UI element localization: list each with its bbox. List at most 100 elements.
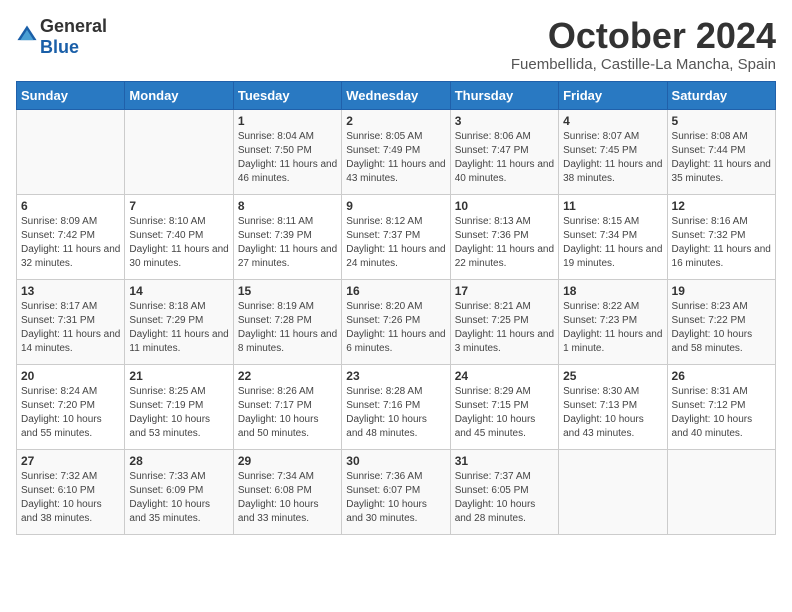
- calendar-cell: 18 Sunrise: 8:22 AMSunset: 7:23 PMDayligh…: [559, 279, 667, 364]
- week-row-2: 6 Sunrise: 8:09 AMSunset: 7:42 PMDaylight…: [17, 194, 776, 279]
- calendar-cell: 17Sunrise: 8:21 AMSunset: 7:25 PMDayligh…: [450, 279, 558, 364]
- calendar-header-row: SundayMondayTuesdayWednesdayThursdayFrid…: [17, 81, 776, 109]
- calendar-cell: 14Sunrise: 8:18 AMSunset: 7:29 PMDayligh…: [125, 279, 233, 364]
- calendar-cell: [667, 449, 775, 534]
- day-info: Sunrise: 8:20 AMSunset: 7:26 PMDaylight:…: [346, 301, 445, 354]
- logo-blue-text: Blue: [40, 37, 79, 57]
- day-info: Sunrise: 8:21 AMSunset: 7:25 PMDaylight:…: [455, 301, 554, 354]
- day-number: 27: [21, 454, 120, 468]
- day-number: 11: [563, 199, 662, 213]
- column-header-tuesday: Tuesday: [233, 81, 341, 109]
- week-row-4: 20Sunrise: 8:24 AMSunset: 7:20 PMDayligh…: [17, 364, 776, 449]
- day-info: Sunrise: 8:04 AMSunset: 7:50 PMDaylight:…: [238, 131, 337, 184]
- day-info: Sunrise: 7:36 AMSunset: 6:07 PMDaylight:…: [346, 471, 427, 524]
- page-header: General Blue October 2024 Fuembellida, C…: [16, 16, 776, 73]
- calendar-cell: 6 Sunrise: 8:09 AMSunset: 7:42 PMDaylight…: [17, 194, 125, 279]
- calendar-cell: 4 Sunrise: 8:07 AMSunset: 7:45 PMDaylight…: [559, 109, 667, 194]
- day-info: Sunrise: 8:10 AMSunset: 7:40 PMDaylight:…: [129, 216, 228, 269]
- day-number: 1: [238, 114, 337, 128]
- day-info: Sunrise: 8:22 AMSunset: 7:23 PMDaylight:…: [563, 301, 662, 354]
- day-number: 9: [346, 199, 445, 213]
- day-info: Sunrise: 7:34 AMSunset: 6:08 PMDaylight:…: [238, 471, 319, 524]
- day-number: 25: [563, 369, 662, 383]
- day-number: 7: [129, 199, 228, 213]
- calendar-cell: 16Sunrise: 8:20 AMSunset: 7:26 PMDayligh…: [342, 279, 450, 364]
- calendar-cell: 21 Sunrise: 8:25 AMSunset: 7:19 PMDayligh…: [125, 364, 233, 449]
- calendar-cell: 31 Sunrise: 7:37 AMSunset: 6:05 PMDayligh…: [450, 449, 558, 534]
- day-info: Sunrise: 8:06 AMSunset: 7:47 PMDaylight:…: [455, 131, 554, 184]
- day-number: 18: [563, 284, 662, 298]
- column-header-saturday: Saturday: [667, 81, 775, 109]
- calendar-cell: 1 Sunrise: 8:04 AMSunset: 7:50 PMDaylight…: [233, 109, 341, 194]
- day-number: 24: [455, 369, 554, 383]
- calendar-cell: 11 Sunrise: 8:15 AMSunset: 7:34 PMDayligh…: [559, 194, 667, 279]
- day-number: 14: [129, 284, 228, 298]
- day-info: Sunrise: 8:15 AMSunset: 7:34 PMDaylight:…: [563, 216, 662, 269]
- day-number: 4: [563, 114, 662, 128]
- logo-general-text: General: [40, 16, 107, 36]
- calendar-cell: 10Sunrise: 8:13 AMSunset: 7:36 PMDayligh…: [450, 194, 558, 279]
- day-number: 23: [346, 369, 445, 383]
- day-info: Sunrise: 8:09 AMSunset: 7:42 PMDaylight:…: [21, 216, 120, 269]
- day-number: 2: [346, 114, 445, 128]
- calendar-cell: 3 Sunrise: 8:06 AMSunset: 7:47 PMDaylight…: [450, 109, 558, 194]
- day-info: Sunrise: 7:33 AMSunset: 6:09 PMDaylight:…: [129, 471, 210, 524]
- calendar-cell: 28 Sunrise: 7:33 AMSunset: 6:09 PMDayligh…: [125, 449, 233, 534]
- day-number: 30: [346, 454, 445, 468]
- column-header-thursday: Thursday: [450, 81, 558, 109]
- day-number: 19: [672, 284, 771, 298]
- day-number: 3: [455, 114, 554, 128]
- calendar-cell: 30 Sunrise: 7:36 AMSunset: 6:07 PMDayligh…: [342, 449, 450, 534]
- calendar-cell: 2 Sunrise: 8:05 AMSunset: 7:49 PMDaylight…: [342, 109, 450, 194]
- location-title: Fuembellida, Castille-La Mancha, Spain: [511, 56, 776, 73]
- day-number: 15: [238, 284, 337, 298]
- day-number: 28: [129, 454, 228, 468]
- day-info: Sunrise: 8:30 AMSunset: 7:13 PMDaylight:…: [563, 386, 644, 439]
- day-info: Sunrise: 8:12 AMSunset: 7:37 PMDaylight:…: [346, 216, 445, 269]
- week-row-5: 27 Sunrise: 7:32 AMSunset: 6:10 PMDayligh…: [17, 449, 776, 534]
- calendar-cell: 8 Sunrise: 8:11 AMSunset: 7:39 PMDaylight…: [233, 194, 341, 279]
- day-info: Sunrise: 8:23 AMSunset: 7:22 PMDaylight:…: [672, 301, 753, 354]
- day-number: 26: [672, 369, 771, 383]
- calendar-cell: [559, 449, 667, 534]
- calendar-cell: 27 Sunrise: 7:32 AMSunset: 6:10 PMDayligh…: [17, 449, 125, 534]
- calendar-cell: 13Sunrise: 8:17 AMSunset: 7:31 PMDayligh…: [17, 279, 125, 364]
- calendar-cell: 22Sunrise: 8:26 AMSunset: 7:17 PMDayligh…: [233, 364, 341, 449]
- calendar-cell: 29Sunrise: 7:34 AMSunset: 6:08 PMDayligh…: [233, 449, 341, 534]
- day-number: 8: [238, 199, 337, 213]
- day-number: 21: [129, 369, 228, 383]
- day-info: Sunrise: 8:25 AMSunset: 7:19 PMDaylight:…: [129, 386, 210, 439]
- day-info: Sunrise: 8:29 AMSunset: 7:15 PMDaylight:…: [455, 386, 536, 439]
- calendar-cell: [125, 109, 233, 194]
- day-info: Sunrise: 8:07 AMSunset: 7:45 PMDaylight:…: [563, 131, 662, 184]
- calendar-cell: 23 Sunrise: 8:28 AMSunset: 7:16 PMDayligh…: [342, 364, 450, 449]
- day-info: Sunrise: 8:19 AMSunset: 7:28 PMDaylight:…: [238, 301, 337, 354]
- calendar-cell: 7 Sunrise: 8:10 AMSunset: 7:40 PMDaylight…: [125, 194, 233, 279]
- calendar-cell: 19 Sunrise: 8:23 AMSunset: 7:22 PMDayligh…: [667, 279, 775, 364]
- calendar-cell: 25 Sunrise: 8:30 AMSunset: 7:13 PMDayligh…: [559, 364, 667, 449]
- calendar-table: SundayMondayTuesdayWednesdayThursdayFrid…: [16, 81, 776, 535]
- calendar-cell: [17, 109, 125, 194]
- calendar-cell: 26 Sunrise: 8:31 AMSunset: 7:12 PMDayligh…: [667, 364, 775, 449]
- calendar-cell: 15 Sunrise: 8:19 AMSunset: 7:28 PMDayligh…: [233, 279, 341, 364]
- day-number: 6: [21, 199, 120, 213]
- day-info: Sunrise: 7:32 AMSunset: 6:10 PMDaylight:…: [21, 471, 102, 524]
- day-info: Sunrise: 8:16 AMSunset: 7:32 PMDaylight:…: [672, 216, 771, 269]
- day-number: 31: [455, 454, 554, 468]
- column-header-monday: Monday: [125, 81, 233, 109]
- day-number: 10: [455, 199, 554, 213]
- logo-icon: [16, 24, 38, 46]
- day-info: Sunrise: 8:31 AMSunset: 7:12 PMDaylight:…: [672, 386, 753, 439]
- day-number: 5: [672, 114, 771, 128]
- column-header-friday: Friday: [559, 81, 667, 109]
- calendar-cell: 24 Sunrise: 8:29 AMSunset: 7:15 PMDayligh…: [450, 364, 558, 449]
- title-section: October 2024 Fuembellida, Castille-La Ma…: [511, 16, 776, 73]
- day-info: Sunrise: 7:37 AMSunset: 6:05 PMDaylight:…: [455, 471, 536, 524]
- week-row-3: 13Sunrise: 8:17 AMSunset: 7:31 PMDayligh…: [17, 279, 776, 364]
- day-info: Sunrise: 8:05 AMSunset: 7:49 PMDaylight:…: [346, 131, 445, 184]
- day-info: Sunrise: 8:08 AMSunset: 7:44 PMDaylight:…: [672, 131, 771, 184]
- day-info: Sunrise: 8:28 AMSunset: 7:16 PMDaylight:…: [346, 386, 427, 439]
- day-info: Sunrise: 8:11 AMSunset: 7:39 PMDaylight:…: [238, 216, 337, 269]
- day-info: Sunrise: 8:26 AMSunset: 7:17 PMDaylight:…: [238, 386, 319, 439]
- logo: General Blue: [16, 16, 107, 58]
